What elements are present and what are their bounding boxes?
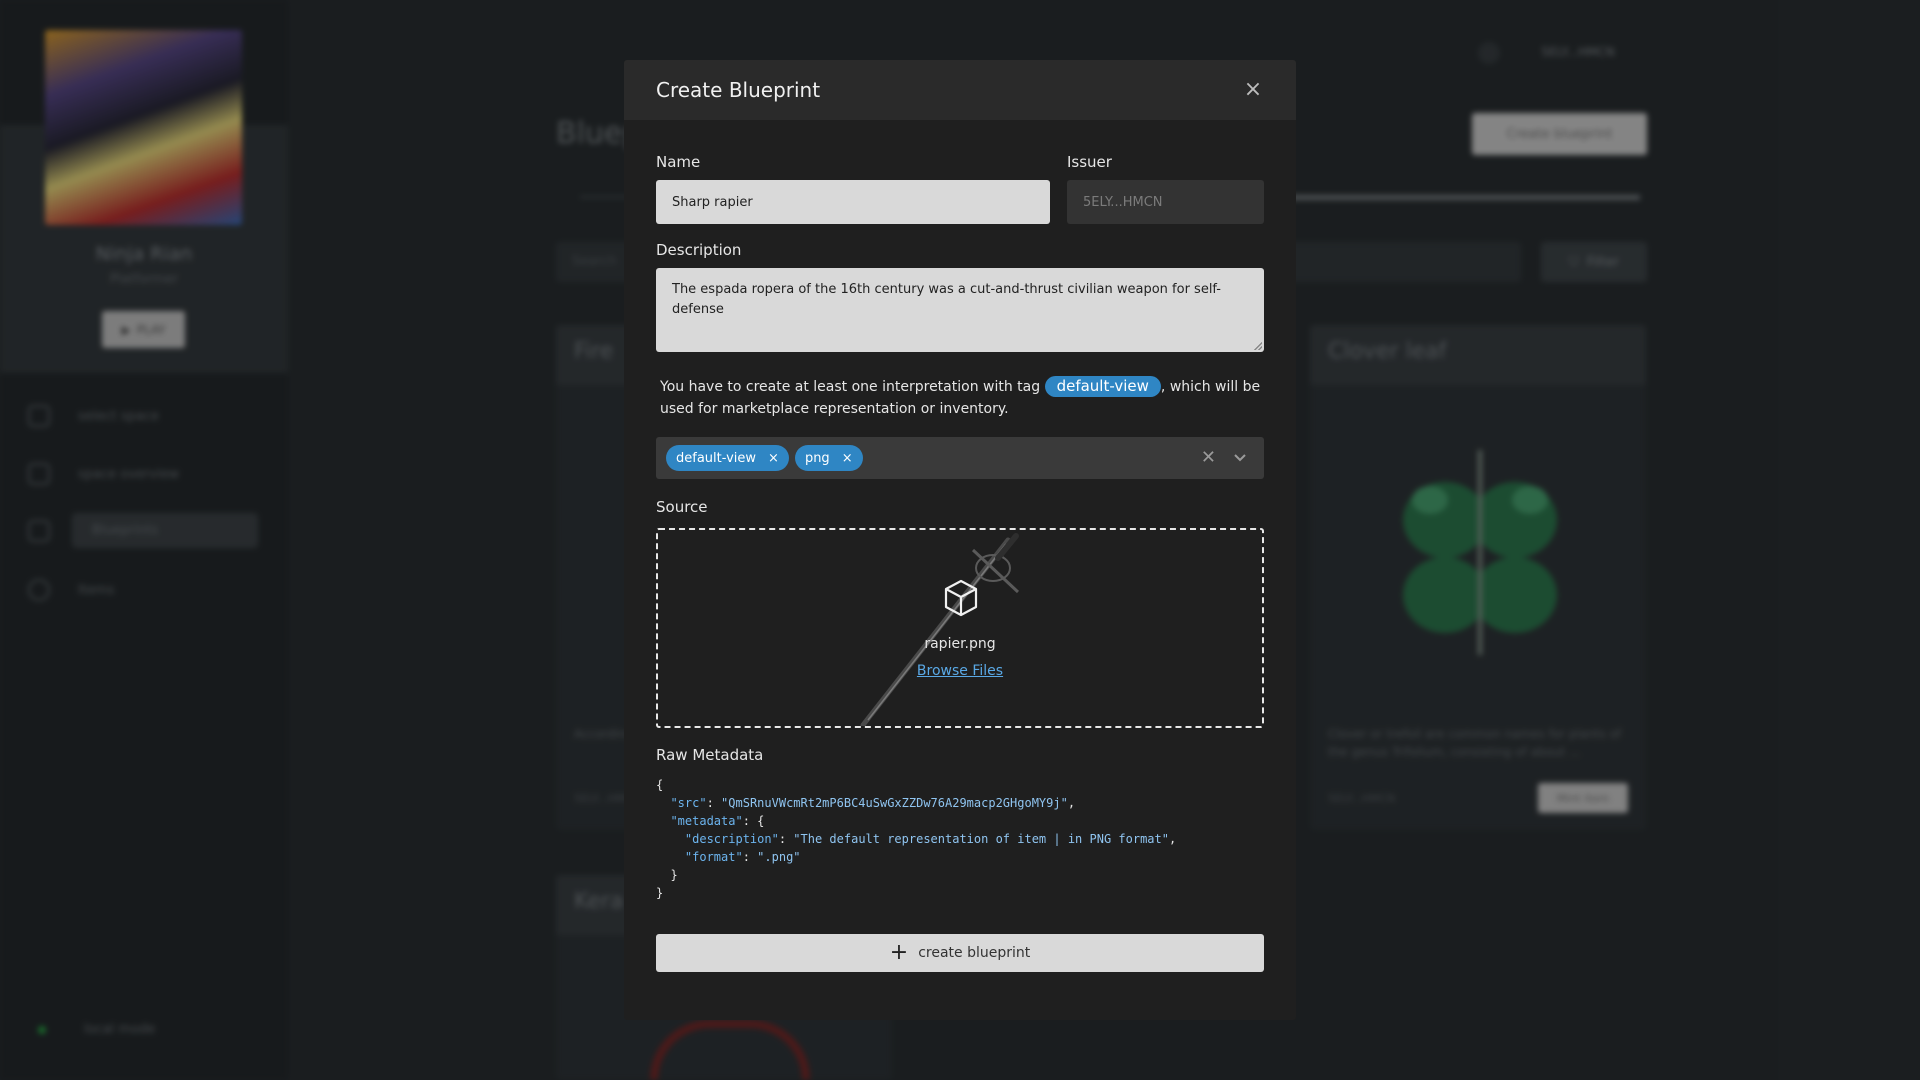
default-view-hint: You have to create at least one interpre… <box>660 376 1266 420</box>
description-textarea[interactable]: The espada ropera of the 16th century wa… <box>656 268 1264 352</box>
clear-tags-icon[interactable]: ✕ <box>1201 447 1216 469</box>
file-dropzone[interactable]: rapier.png Browse Files <box>656 528 1264 728</box>
rapier-preview-image <box>860 533 1020 726</box>
cube-icon <box>944 579 978 617</box>
remove-tag-icon[interactable]: × <box>842 451 853 466</box>
file-name: rapier.png <box>924 636 996 652</box>
plus-icon: + <box>889 940 909 965</box>
issuer-label: Issuer <box>1067 153 1112 171</box>
metadata-description-value: The default representation of item | in … <box>800 832 1162 846</box>
hint-text: You have to create at least one interpre… <box>660 379 1045 395</box>
browse-files-link[interactable]: Browse Files <box>917 663 1003 679</box>
browse-files-row: Browse Files <box>658 660 1262 679</box>
resize-handle-icon[interactable] <box>1254 342 1262 350</box>
issuer-input: 5ELY...HMCN <box>1067 180 1264 224</box>
tag-chip-label: default-view <box>676 450 757 466</box>
modal-title: Create Blueprint <box>656 78 821 102</box>
name-input[interactable]: Sharp rapier <box>656 180 1050 224</box>
metadata-src-value: QmSRnuVWcmRt2mP6BC4uSwGxZZDw76A29macp2GH… <box>728 796 1061 810</box>
create-blueprint-modal: Create Blueprint × Name Issuer Sharp rap… <box>624 60 1296 1020</box>
create-blueprint-submit-button[interactable]: + create blueprint <box>656 934 1264 972</box>
tag-chip: png × <box>794 445 863 471</box>
close-icon[interactable]: × <box>1242 79 1264 101</box>
create-blueprint-label: create blueprint <box>918 945 1031 961</box>
description-label: Description <box>656 241 742 259</box>
remove-tag-icon[interactable]: × <box>768 451 779 466</box>
tags-select[interactable]: default-view × png × ✕ <box>656 437 1264 479</box>
chevron-down-icon[interactable] <box>1230 447 1250 469</box>
raw-metadata-code: { "src": "QmSRnuVWcmRt2mP6BC4uSwGxZZDw76… <box>656 778 1177 900</box>
modal-header: Create Blueprint × <box>624 60 1296 120</box>
source-label: Source <box>656 498 708 516</box>
metadata-format-value: .png <box>764 850 794 864</box>
tag-chip: default-view × <box>666 445 789 471</box>
hint-tag-badge: default-view <box>1044 376 1161 397</box>
description-text: The espada ropera of the 16th century wa… <box>672 282 1221 317</box>
raw-metadata-label: Raw Metadata <box>656 746 764 764</box>
name-label: Name <box>656 153 701 171</box>
tag-chip-label: png <box>804 450 830 466</box>
